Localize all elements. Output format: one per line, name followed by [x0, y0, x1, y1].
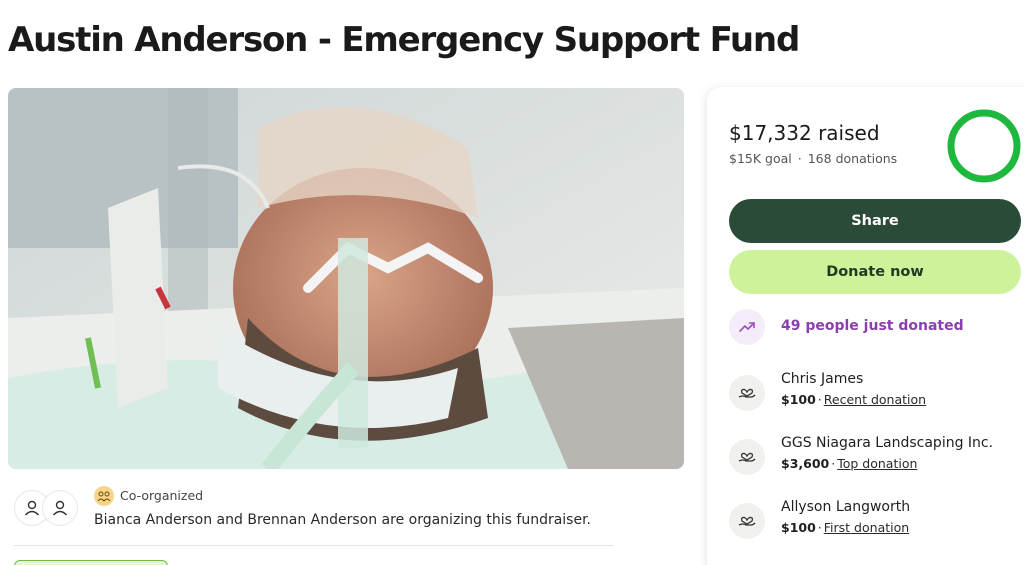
first-donation-link[interactable]: First donation	[824, 520, 909, 535]
group-icon	[94, 486, 114, 506]
co-organized-label: Co-organized	[120, 488, 204, 503]
heart-hand-icon	[729, 375, 765, 411]
donation-item: Allyson Langworth $100 · First donation	[729, 499, 1024, 539]
top-donation-link[interactable]: Top donation	[837, 456, 917, 471]
donation-count: 168 donations	[807, 151, 898, 166]
user-icon	[24, 500, 40, 516]
donation-detail: $100 · Recent donation	[781, 392, 926, 407]
organizer-text: Bianca Anderson and Brennan Anderson are…	[94, 512, 592, 528]
donation-detail: $100 · First donation	[781, 520, 909, 535]
heart-hand-icon	[729, 503, 765, 539]
donation-item: Chris James $100 · Recent donation	[729, 371, 1024, 411]
recent-donation-link[interactable]: Recent donation	[824, 392, 926, 407]
progress-ring-fill	[947, 109, 1021, 183]
donation-separator: ·	[831, 456, 836, 471]
donation-separator: ·	[817, 520, 822, 535]
donor-name: Allyson Langworth	[781, 499, 911, 515]
donate-now-button[interactable]: Donate now	[729, 250, 1021, 294]
donation-amount: $100	[781, 520, 816, 535]
donor-name: GGS Niagara Landscaping Inc.	[781, 435, 994, 451]
contact-button[interactable]	[14, 560, 168, 565]
organizer-section: Co-organized Bianca Anderson and Brennan…	[14, 484, 614, 546]
organizer-avatars	[14, 490, 80, 526]
page-title: Austin Anderson - Emergency Support Fund	[8, 20, 800, 60]
donor-name: Chris James	[781, 371, 864, 387]
donation-separator: ·	[817, 392, 822, 407]
donation-item: GGS Niagara Landscaping Inc. $3,600 · Top …	[729, 435, 1024, 475]
goal-amount: $15K goal	[729, 151, 792, 166]
recent-activity: 49 people just donated	[729, 309, 1024, 345]
avatar[interactable]	[42, 490, 78, 526]
trending-up-icon	[729, 309, 765, 345]
progress-ring	[947, 109, 1021, 183]
meta-separator: ·	[797, 151, 802, 166]
donation-detail: $3,600 · Top donation	[781, 456, 917, 471]
donation-amount: $100	[781, 392, 816, 407]
donation-panel: $17,332 raised $15K goal · 168 donations S…	[707, 87, 1024, 565]
heart-hand-icon	[729, 439, 765, 475]
patient-photo	[8, 88, 684, 469]
hero-image[interactable]	[8, 88, 684, 469]
recent-donors-text: 49 people just donated	[781, 318, 964, 334]
goal-meta: $15K goal · 168 donations	[729, 151, 897, 166]
share-button[interactable]: Share	[729, 199, 1021, 243]
amount-raised: $17,332 raised	[729, 121, 880, 145]
donation-amount: $3,600	[781, 456, 830, 471]
user-icon	[52, 500, 68, 516]
